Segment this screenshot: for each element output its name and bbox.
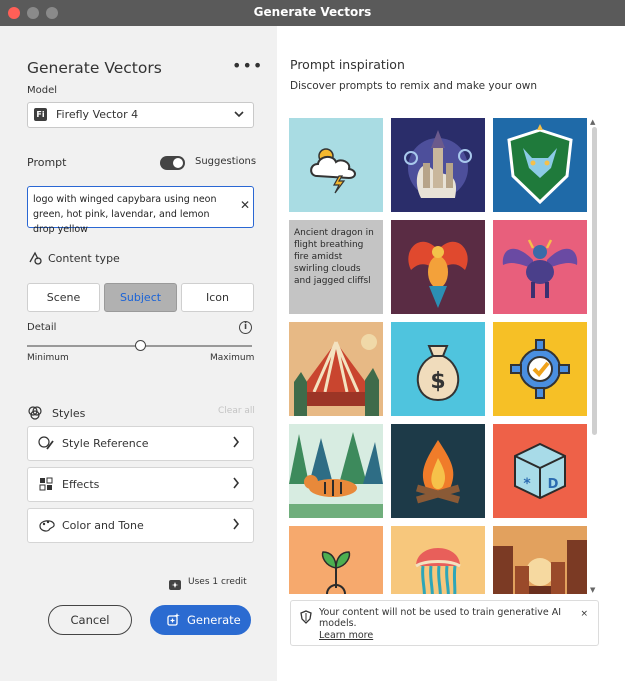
cancel-button[interactable]: Cancel [48, 605, 132, 635]
more-options-button[interactable]: ••• [232, 56, 263, 75]
panel-title: Generate Vectors [27, 59, 162, 77]
winged-bull-illustration [502, 239, 578, 298]
notice-text: Your content will not be used to train g… [319, 607, 562, 629]
model-label: Model [27, 85, 58, 96]
detail-min-label: Minimum [27, 353, 69, 363]
credit-icon [168, 576, 182, 595]
clear-prompt-icon[interactable]: ✕ [240, 198, 250, 212]
model-select-value: Firefly Vector 4 [56, 108, 139, 121]
clear-all-styles[interactable]: Clear all [218, 406, 255, 416]
svg-text:D: D [548, 477, 559, 492]
suggestions-label: Suggestions [195, 156, 257, 167]
suggestions-toggle[interactable] [160, 156, 185, 170]
tile-gear-check[interactable] [493, 322, 587, 416]
sunset-city-scene [493, 526, 587, 594]
tile-alphabet-block[interactable]: * D [493, 424, 587, 518]
cat-warrior-shield-logo [507, 124, 573, 205]
generate-icon [167, 613, 180, 626]
tile-money-bag[interactable]: $ [391, 322, 485, 416]
prompt-label: Prompt [27, 156, 67, 169]
tile-sunset-city[interactable] [493, 526, 587, 594]
tile-phoenix[interactable] [391, 220, 485, 314]
campfire-icon [416, 440, 460, 504]
tile-campfire[interactable] [391, 424, 485, 518]
content-type-label: Content type [48, 252, 120, 265]
gear-check-icon [510, 339, 570, 399]
style-reference-row[interactable]: Style Reference [27, 426, 254, 461]
firefly-model-icon: Fi [34, 108, 47, 121]
training-notice: Your content will not be used to train g… [290, 600, 599, 646]
svg-text:$: $ [430, 369, 445, 394]
tile-winged-bull[interactable] [493, 220, 587, 314]
money-bag-icon: $ [416, 345, 460, 402]
generate-label: Generate [187, 613, 241, 627]
content-type-icon [27, 250, 43, 270]
styles-label: Styles [52, 407, 86, 420]
tile-sprout[interactable] [289, 526, 383, 594]
fantasy-castle-illustration [404, 130, 472, 198]
content-type-scene[interactable]: Scene [27, 283, 100, 312]
model-select[interactable]: Fi Firefly Vector 4 [27, 102, 254, 128]
window-titlebar: Generate Vectors [0, 0, 625, 26]
style-reference-label: Style Reference [62, 437, 149, 450]
inspiration-grid: Ancient dragon in flight breathing fire … [289, 118, 589, 594]
styles-icon [27, 405, 43, 425]
color-and-tone-label: Color and Tone [62, 519, 144, 532]
tile-weather-icon[interactable] [289, 118, 383, 212]
scroll-down-arrow[interactable]: ▼ [590, 586, 595, 594]
color-and-tone-row[interactable]: Color and Tone [27, 508, 254, 543]
weather-cloud-sun-lightning-icon [310, 148, 356, 194]
style-reference-icon [38, 435, 54, 455]
effects-label: Effects [62, 478, 100, 491]
close-notice-icon[interactable]: × [580, 609, 588, 619]
scroll-up-arrow[interactable]: ▲ [590, 118, 595, 126]
tiger-forest-scene [289, 432, 383, 518]
phoenix-illustration [408, 241, 468, 308]
detail-slider-handle[interactable] [135, 340, 146, 351]
tile-jellyfish[interactable] [391, 526, 485, 594]
content-type-subject[interactable]: Subject [104, 283, 177, 312]
detail-max-label: Maximum [210, 353, 255, 363]
tile-castle[interactable] [391, 118, 485, 212]
tile-cat-shield[interactable] [493, 118, 587, 212]
tile-tiger[interactable] [289, 424, 383, 518]
credit-text: Uses 1 credit [188, 577, 247, 587]
palette-icon [38, 517, 56, 537]
tile-prompt-text[interactable]: Ancient dragon in flight breathing fire … [289, 220, 383, 314]
window-title: Generate Vectors [253, 5, 372, 19]
svg-text:*: * [523, 476, 531, 492]
inspiration-subtitle: Discover prompts to remix and make your … [290, 80, 537, 92]
settings-panel: Generate Vectors ••• Model Fi Firefly Ve… [0, 26, 277, 681]
content-type-icon-option[interactable]: Icon [181, 283, 254, 312]
shield-icon [300, 609, 312, 628]
jellyfish-illustration [415, 548, 461, 594]
alphabet-block-icon: * D [514, 442, 566, 500]
prompt-input-text: logo with winged capybara using neon gre… [33, 194, 217, 235]
circus-tent-scene [294, 334, 379, 416]
chevron-down-icon [233, 106, 245, 125]
prompt-inspiration-panel: Prompt inspiration Discover prompts to r… [277, 26, 625, 681]
chevron-right-icon [231, 515, 241, 537]
effects-row[interactable]: Effects [27, 467, 254, 502]
inspiration-title: Prompt inspiration [290, 57, 405, 72]
detail-label: Detail [27, 322, 57, 333]
learn-more-link[interactable]: Learn more [319, 630, 373, 641]
sprout-icon [321, 551, 351, 594]
effects-icon [38, 476, 54, 496]
inspiration-scrollbar[interactable] [592, 127, 597, 435]
generate-vectors-window: Generate Vectors Generate Vectors ••• Mo… [0, 0, 625, 681]
tile-prompt-text-content: Ancient dragon in flight breathing fire … [294, 228, 374, 286]
info-icon[interactable]: i [239, 321, 252, 334]
generate-button[interactable]: Generate [150, 605, 251, 635]
chevron-right-icon [231, 433, 241, 455]
tile-circus[interactable] [289, 322, 383, 416]
chevron-right-icon [231, 474, 241, 496]
prompt-input[interactable]: logo with winged capybara using neon gre… [27, 186, 254, 235]
